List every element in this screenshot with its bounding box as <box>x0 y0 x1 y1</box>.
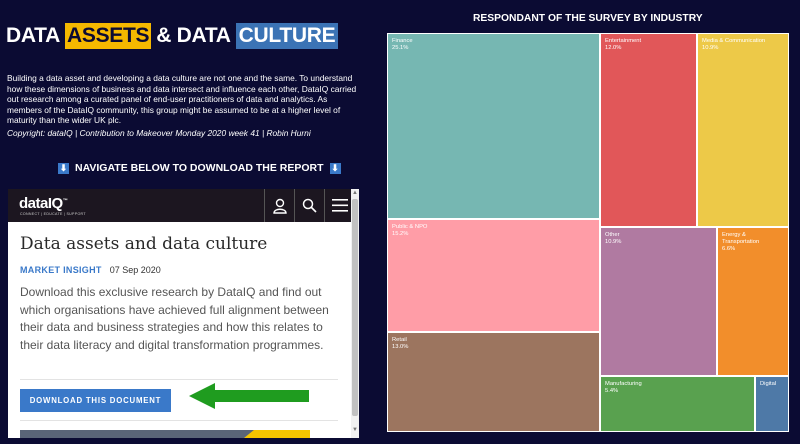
scroll-thumb[interactable] <box>352 199 358 416</box>
menu-icon[interactable] <box>324 189 354 222</box>
user-icon[interactable] <box>264 189 294 222</box>
navigate-label: NAVIGATE BELOW TO DOWNLOAD THE REPORT <box>75 162 324 174</box>
treemap-cell-public-npo[interactable]: Public & NPO 15.2% <box>387 219 600 332</box>
treemap-cell-media-communication[interactable]: Media & Communication 10.9% <box>697 33 789 227</box>
dataiq-logo[interactable]: dataIQ™ <box>19 195 68 212</box>
treemap-label: Media & Communication 10.9% <box>702 38 765 52</box>
treemap-category-label: Retail <box>392 337 407 343</box>
treemap-value-label: 12.0% <box>605 45 622 51</box>
article-category[interactable]: MARKET INSIGHT <box>20 265 102 275</box>
arrow-down-icon: ⬇ <box>329 162 341 174</box>
treemap-cell-energy-transportation[interactable]: Energy & Transportation 6.6% <box>717 227 789 376</box>
scroll-down-icon[interactable]: ▼ <box>352 427 358 433</box>
treemap-label: Other 10.9% <box>605 232 621 246</box>
treemap-value-label: 25.1% <box>392 45 409 51</box>
download-document-button[interactable]: DOWNLOAD THIS DOCUMENT <box>20 389 171 412</box>
logo-tagline: CONNECT | EDUCATE | SUPPORT <box>20 212 86 216</box>
intro-text: Building a data asset and developing a d… <box>7 73 357 126</box>
divider <box>20 379 338 380</box>
article-body: Download this exclusive research by Data… <box>20 285 329 352</box>
treemap-value-label: 6.6% <box>722 246 736 252</box>
main-title: DATA ASSETS & DATA CULTURE <box>6 22 339 50</box>
treemap-category-label: Manufacturing <box>605 381 642 387</box>
treemap-category-label: Digital <box>760 381 777 387</box>
treemap-cell-retail[interactable]: Retail 13.0% <box>387 332 600 432</box>
embedded-article-page[interactable]: dataIQ™ CONNECT | EDUCATE | SUPPORT Data… <box>8 189 359 438</box>
treemap-label: Retail 13.0% <box>392 337 408 351</box>
treemap-value-label: 10.9% <box>605 239 622 245</box>
article-title: Data assets and data culture <box>20 234 268 254</box>
treemap-cell-manufacturing[interactable]: Manufacturing 5.4% <box>600 376 755 432</box>
search-icon[interactable] <box>294 189 324 222</box>
treemap-value-label: 5.4% <box>605 388 619 394</box>
banner-accent <box>244 430 310 438</box>
treemap-label: Entertainment 12.0% <box>605 38 641 52</box>
treemap-category-label: Energy & Transportation <box>722 232 760 245</box>
treemap-label: Finance 25.1% <box>392 38 413 52</box>
navigate-cta: ⬇ NAVIGATE BELOW TO DOWNLOAD THE REPORT … <box>58 162 341 174</box>
treemap-category-label: Public & NPO <box>392 224 428 230</box>
treemap-cell-finance[interactable]: Finance 25.1% <box>387 33 600 219</box>
treemap-label: Digital <box>760 381 776 388</box>
title-part-and-data: & DATA <box>156 24 231 47</box>
treemap-category-label: Finance <box>392 38 413 44</box>
treemap-category-label: Media & Communication <box>702 38 766 44</box>
treemap-label: Public & NPO 15.2% <box>392 224 427 238</box>
treemap-cell-digital[interactable]: Digital <box>755 376 789 432</box>
treemap-label: Manufacturing 5.4% <box>605 381 642 395</box>
treemap-cell-other[interactable]: Other 10.9% <box>600 227 717 376</box>
article-date: 07 Sep 2020 <box>109 265 161 275</box>
treemap-chart: Finance 25.1% Entertainment 12.0% Media & Co… <box>387 33 789 432</box>
scroll-up-icon[interactable]: ▲ <box>352 190 358 196</box>
title-part-culture: CULTURE <box>235 23 339 49</box>
treemap-cell-entertainment[interactable]: Entertainment 12.0% <box>600 33 697 227</box>
arrow-down-icon: ⬇ <box>58 162 69 174</box>
treemap-category-label: Entertainment <box>605 38 642 44</box>
treemap-value-label: 13.0% <box>392 344 409 350</box>
treemap-value-label: 10.9% <box>702 45 719 51</box>
title-part-data: DATA <box>6 24 61 47</box>
treemap-label: Energy & Transportation 6.6% <box>722 232 772 253</box>
divider <box>20 420 338 421</box>
title-part-assets: ASSETS <box>65 23 152 49</box>
embed-header: dataIQ™ CONNECT | EDUCATE | SUPPORT <box>8 189 355 222</box>
treemap-value-label: 15.2% <box>392 231 409 237</box>
article-meta: MARKET INSIGHT 07 Sep 2020 <box>20 265 161 275</box>
scrollbar[interactable]: ▲ ▼ <box>351 189 359 438</box>
chart-title: RESPONDANT OF THE SURVEY BY INDUSTRY <box>473 13 703 24</box>
copyright-text: Copyright: dataIQ | Contribution to Make… <box>7 128 311 138</box>
green-arrow-icon <box>189 383 309 409</box>
treemap-category-label: Other <box>605 232 620 238</box>
